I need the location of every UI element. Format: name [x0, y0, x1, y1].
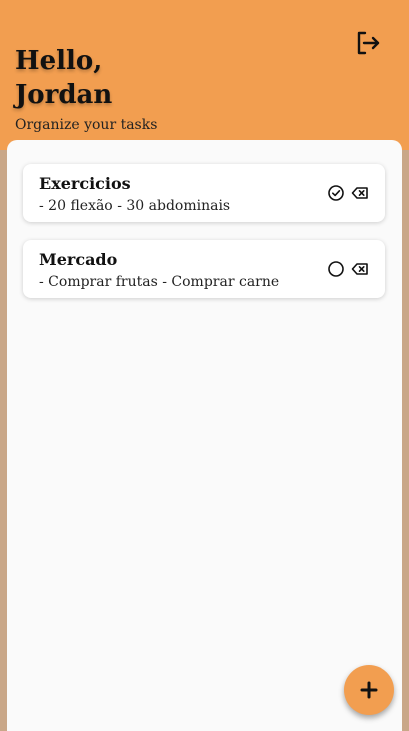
backspace-icon[interactable] — [351, 260, 369, 278]
task-description: - 20 flexão - 30 abdominais — [39, 198, 231, 214]
plus-icon — [360, 681, 378, 699]
check-circle-icon[interactable] — [327, 184, 345, 202]
task-title: Mercado — [39, 250, 118, 269]
logout-icon — [357, 31, 380, 55]
backspace-icon[interactable] — [351, 184, 369, 202]
greeting-line-1: Hello, — [15, 46, 103, 76]
circle-icon[interactable] — [327, 260, 345, 278]
logout-button[interactable] — [354, 29, 382, 57]
task-list-panel: Exercicios - 20 flexão - 30 abdominais M… — [7, 140, 402, 731]
task-description: - Comprar frutas - Comprar carne — [39, 274, 280, 290]
task-card[interactable]: Exercicios - 20 flexão - 30 abdominais — [23, 164, 385, 222]
user-name: Jordan — [15, 80, 113, 110]
task-title: Exercicios — [39, 174, 131, 193]
header: Hello, Jordan Organize your tasks — [0, 0, 409, 150]
subtitle: Organize your tasks — [15, 117, 158, 133]
task-card[interactable]: Mercado - Comprar frutas - Comprar carne — [23, 240, 385, 298]
add-task-button[interactable] — [344, 665, 394, 715]
greeting: Hello, Jordan — [15, 44, 112, 112]
